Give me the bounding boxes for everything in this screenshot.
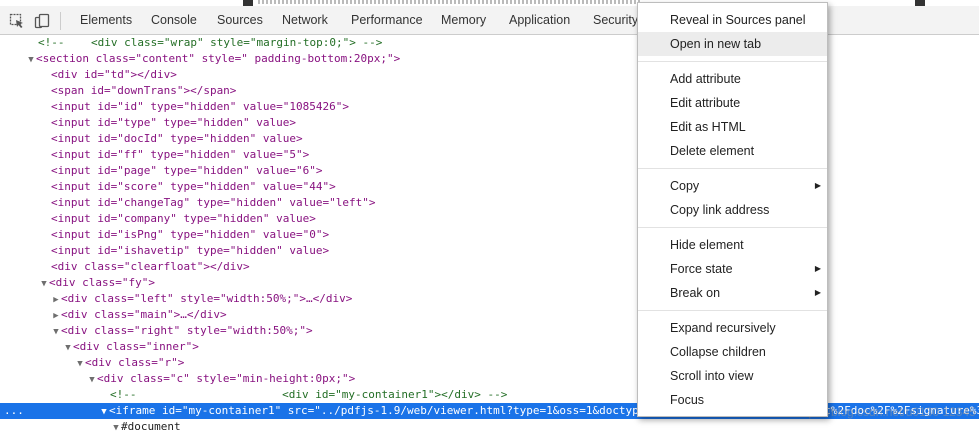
dom-node-text: <!-- <div class="wrap" style="margin-top… [38,36,383,49]
submenu-arrow-icon: ▶ [814,264,821,273]
tab-network[interactable]: Network [272,6,338,34]
menu-item-label: Copy [670,179,700,193]
tab-memory[interactable]: Memory [431,6,496,34]
menu-item-focus[interactable]: Focus [638,388,827,412]
dom-node[interactable]: <input id="id" type="hidden" value="1085… [0,99,979,115]
menu-separator [638,61,827,62]
dom-node[interactable]: ▼ <div class="right" style="width:50%;"> [0,323,979,339]
dom-node[interactable]: ▼ <div class="c" style="min-height:0px;"> [0,371,979,387]
menu-item-add-attribute[interactable]: Add attribute [638,67,827,91]
menu-item-copy-link-address[interactable]: Copy link address [638,198,827,222]
dom-node[interactable]: ▼ <div class="r"> [0,355,979,371]
collapse-triangle-icon[interactable]: ▼ [26,52,36,68]
dom-node[interactable]: <input id="company" type="hidden" value> [0,211,979,227]
dom-node-text: <div id="td"></div> [51,68,177,81]
dom-node[interactable]: ▼ <div class="fy"> [0,275,979,291]
menu-item-expand-recursively[interactable]: Expand recursively [638,316,827,340]
menu-item-label: Break on [670,286,721,300]
menu-item-edit-as-html[interactable]: Edit as HTML [638,115,827,139]
dom-node[interactable]: ▼ <div class="inner"> [0,339,979,355]
dom-node-text: #document [121,420,181,433]
dom-node[interactable]: <input id="docId" type="hidden" value> [0,131,979,147]
menu-separator [638,227,827,228]
dom-node[interactable]: <!-- <div id="my-container1"></div> --> [0,387,979,403]
tab-elements[interactable]: Elements [70,6,142,34]
collapse-triangle-icon[interactable]: ▼ [51,324,61,340]
dom-node-text: <input id="docId" type="hidden" value> [51,132,303,145]
menu-item-break-on[interactable]: Break on ▶ [638,281,827,305]
top-strip-hatch [258,0,640,4]
dom-node-text: <input id="id" type="hidden" value="1085… [51,100,350,113]
menu-separator [638,168,827,169]
collapse-triangle-icon[interactable]: ▼ [87,372,97,388]
dom-node[interactable]: <div class="clearfloat"></div> [0,259,979,275]
dom-node-text: <div class="clearfloat"></div> [51,260,250,273]
tab-sources[interactable]: Sources [207,6,273,34]
toolbar-separator [60,12,61,30]
dom-node-text: <div class="r"> [85,356,185,369]
menu-item-hide-element[interactable]: Hide element [638,233,827,257]
menu-item-collapse-children[interactable]: Collapse children [638,340,827,364]
dom-node[interactable]: <span id="downTrans"></span> [0,83,979,99]
dom-node-text: <div class="main">…</div> [61,308,227,321]
dom-tree: <!-- <div class="wrap" style="margin-top… [0,35,979,435]
menu-item-label: Force state [670,262,733,276]
tab-application[interactable]: Application [499,6,580,34]
dom-node[interactable]: ▼ <section class="content" style=" paddin… [0,51,979,67]
dom-node[interactable]: <input id="isPng" type="hidden" value="0… [0,227,979,243]
menu-item-copy[interactable]: Copy ▶ [638,174,827,198]
devtools-toolbar: Elements Console Sources Network Perform… [0,6,979,35]
dom-node[interactable]: ▶ <div class="main">…</div> [0,307,979,323]
dom-node-text: <span id="downTrans"></span> [51,84,237,97]
dom-node[interactable]: <div id="td"></div> [0,67,979,83]
menu-separator [638,310,827,311]
dom-node[interactable]: <input id="score" type="hidden" value="4… [0,179,979,195]
menu-item-edit-attribute[interactable]: Edit attribute [638,91,827,115]
collapse-triangle-icon[interactable]: ▼ [111,420,121,436]
dom-node-text: <div class="right" style="width:50%;"> [61,324,313,337]
dom-node-text: <input id="ishavetip" type="hidden" valu… [51,244,330,257]
node-actions-ellipsis[interactable]: ... [4,403,24,419]
dom-node[interactable]: <input id="changeTag" type="hidden" valu… [0,195,979,211]
dom-node[interactable]: <input id="type" type="hidden" value> [0,115,979,131]
menu-item-scroll-into-view[interactable]: Scroll into view [638,364,827,388]
dom-node-text: <input id="ff" type="hidden" value="5"> [51,148,310,161]
dom-node[interactable]: <input id="ishavetip" type="hidden" valu… [0,243,979,259]
dom-node[interactable]: <input id="page" type="hidden" value="6"… [0,163,979,179]
tab-performance[interactable]: Performance [341,6,433,34]
dom-node-text: <input id="page" type="hidden" value="6"… [51,164,323,177]
inspect-element-icon[interactable] [9,13,25,29]
tab-console[interactable]: Console [141,6,207,34]
submenu-arrow-icon: ▶ [814,181,821,190]
menu-item-open-in-new-tab[interactable]: Open in new tab [638,32,827,56]
expand-triangle-icon[interactable]: ▶ [51,308,61,324]
menu-item-delete-element[interactable]: Delete element [638,139,827,163]
dom-node-text: <!-- <div id="my-container1"></div> --> [110,388,508,401]
submenu-arrow-icon: ▶ [814,288,821,297]
expand-triangle-icon[interactable]: ▶ [51,292,61,308]
collapse-triangle-icon[interactable]: ▼ [39,276,49,292]
dom-node[interactable]: ▼ #document [0,419,979,435]
dom-node-text: <input id="type" type="hidden" value> [51,116,297,129]
dom-node[interactable]: <input id="ff" type="hidden" value="5"> [0,147,979,163]
context-menu: Reveal in Sources panel Open in new tab … [637,2,828,417]
dom-node-text: <div class="fy"> [49,276,155,289]
dom-node[interactable]: <!-- <div class="wrap" style="margin-top… [0,35,979,51]
dom-node-text: <input id="isPng" type="hidden" value="0… [51,228,330,241]
collapse-triangle-icon[interactable]: ▼ [63,340,73,356]
dom-node-text: <section class="content" style=" padding… [36,52,401,65]
dom-node-text: <input id="changeTag" type="hidden" valu… [51,196,376,209]
dom-node-text: <input id="score" type="hidden" value="4… [51,180,336,193]
collapse-triangle-icon[interactable]: ▼ [99,404,109,420]
dom-node-text: <input id="company" type="hidden" value> [51,212,316,225]
dom-node-text: <div class="left" style="width:50%;">…</… [61,292,353,305]
menu-item-reveal-in-sources[interactable]: Reveal in Sources panel [638,8,827,32]
menu-item-force-state[interactable]: Force state ▶ [638,257,827,281]
dom-node-text: <div class="c" style="min-height:0px;"> [97,372,356,385]
dom-node[interactable]: ▶ <div class="left" style="width:50%;">…<… [0,291,979,307]
device-toolbar-icon[interactable] [34,13,50,29]
dom-node-text: <div class="inner"> [73,340,199,353]
collapse-triangle-icon[interactable]: ▼ [75,356,85,372]
